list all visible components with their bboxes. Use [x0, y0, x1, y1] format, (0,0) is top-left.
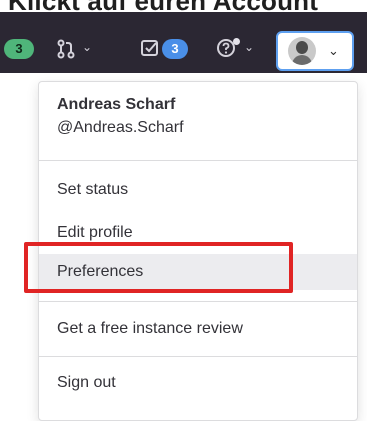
avatar [288, 37, 316, 65]
menu-item-free-instance-review[interactable]: Get a free instance review [39, 311, 357, 347]
menu-item-set-status[interactable]: Set status [39, 172, 357, 208]
notification-dot-icon [233, 38, 240, 45]
divider [39, 356, 357, 357]
todo-icon[interactable] [140, 38, 160, 63]
page-heading-partial: Klickt auf euren Account [8, 0, 319, 16]
avatar-body-shape [292, 55, 312, 65]
chevron-down-icon: ⌄ [328, 43, 339, 58]
divider [39, 160, 357, 161]
todos-count-badge[interactable]: 3 [162, 39, 188, 59]
user-handle: @Andreas.Scharf [57, 119, 184, 136]
user-info[interactable]: Andreas Scharf @Andreas.Scharf [57, 96, 184, 137]
red-highlight-annotation [24, 242, 293, 293]
user-name: Andreas Scharf [57, 96, 176, 113]
chevron-down-icon[interactable]: ⌄ [244, 40, 254, 54]
user-avatar-button[interactable]: ⌄ [276, 31, 354, 71]
merge-request-icon[interactable] [55, 38, 77, 65]
top-navbar: 3 ⌄ 3 ⌄ ⌄ [0, 12, 367, 73]
divider [39, 301, 357, 302]
chevron-down-icon[interactable]: ⌄ [82, 40, 92, 54]
menu-item-sign-out[interactable]: Sign out [39, 365, 357, 401]
avatar-head-shape [296, 41, 308, 54]
issues-count-badge[interactable]: 3 [4, 39, 34, 59]
